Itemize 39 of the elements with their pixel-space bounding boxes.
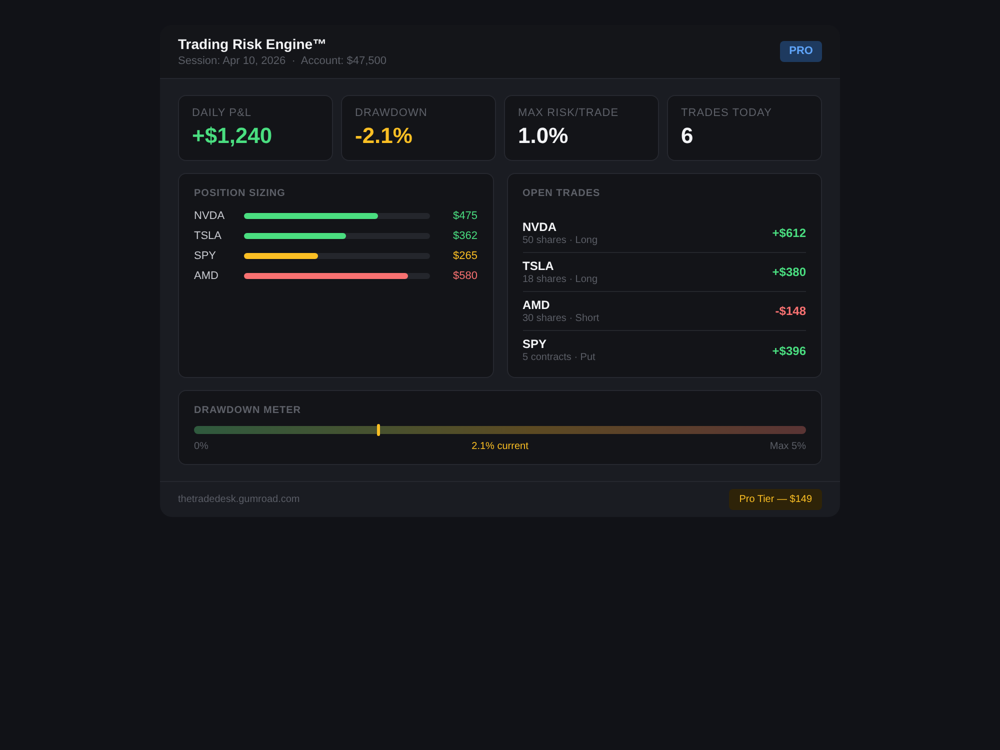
meter-current-label: 2.1% current (472, 440, 528, 454)
section-title: POSITION SIZING (194, 187, 286, 201)
trade-detail: 30 shares · Short (522, 312, 600, 324)
trade-detail: 5 contracts · Put (522, 351, 596, 364)
ticker-label: TSLA (194, 228, 223, 244)
trade-symbol: SPY (522, 337, 548, 351)
stat-value: 6 (681, 122, 694, 150)
meter-max-label: Max 5% (770, 440, 806, 453)
ticker-label: AMD (194, 268, 220, 284)
stat-label: DRAWDOWN (355, 106, 428, 120)
trade-symbol: TSLA (522, 258, 555, 272)
stat-value: +$1,240 (192, 122, 274, 150)
position-amount: $580 (452, 268, 478, 284)
pricing-badge: Pro Tier — $149 (729, 489, 822, 510)
trade-pnl: +$612 (772, 225, 806, 242)
ticker-label: SPY (194, 248, 218, 264)
ticker-label: NVDA (194, 208, 226, 224)
stat-label: DAILY P&L (192, 106, 253, 120)
section-title: DRAWDOWN METER (194, 404, 302, 418)
footer-link[interactable]: thetradedesk.gumroad.com (178, 492, 300, 507)
trade-symbol: AMD (522, 298, 551, 312)
trade-pnl: +$380 (772, 264, 806, 281)
section-title: OPEN TRADES (522, 187, 602, 201)
stat-value: -2.1% (355, 122, 414, 150)
meter-min-label: 0% (194, 440, 208, 453)
position-amount: $265 (452, 248, 478, 264)
trade-pnl: +$396 (772, 342, 806, 360)
trade-detail: 18 shares · Long (522, 272, 598, 286)
trade-symbol: NVDA (522, 220, 558, 234)
app-title: Trading Risk Engine™ (178, 34, 328, 52)
position-amount: $362 (452, 228, 478, 244)
trade-pnl: -$148 (775, 303, 806, 320)
position-amount: $475 (452, 208, 478, 224)
stat-value: 1.0% (518, 122, 570, 150)
trade-detail: 50 shares · Long (522, 234, 598, 246)
plan-badge: PRO (780, 41, 822, 62)
stat-label: TRADES TODAY (681, 106, 773, 120)
stat-label: MAX RISK/TRADE (518, 106, 620, 120)
session-info: Session: Apr 10, 2026 · Account: $47,500 (178, 54, 387, 68)
